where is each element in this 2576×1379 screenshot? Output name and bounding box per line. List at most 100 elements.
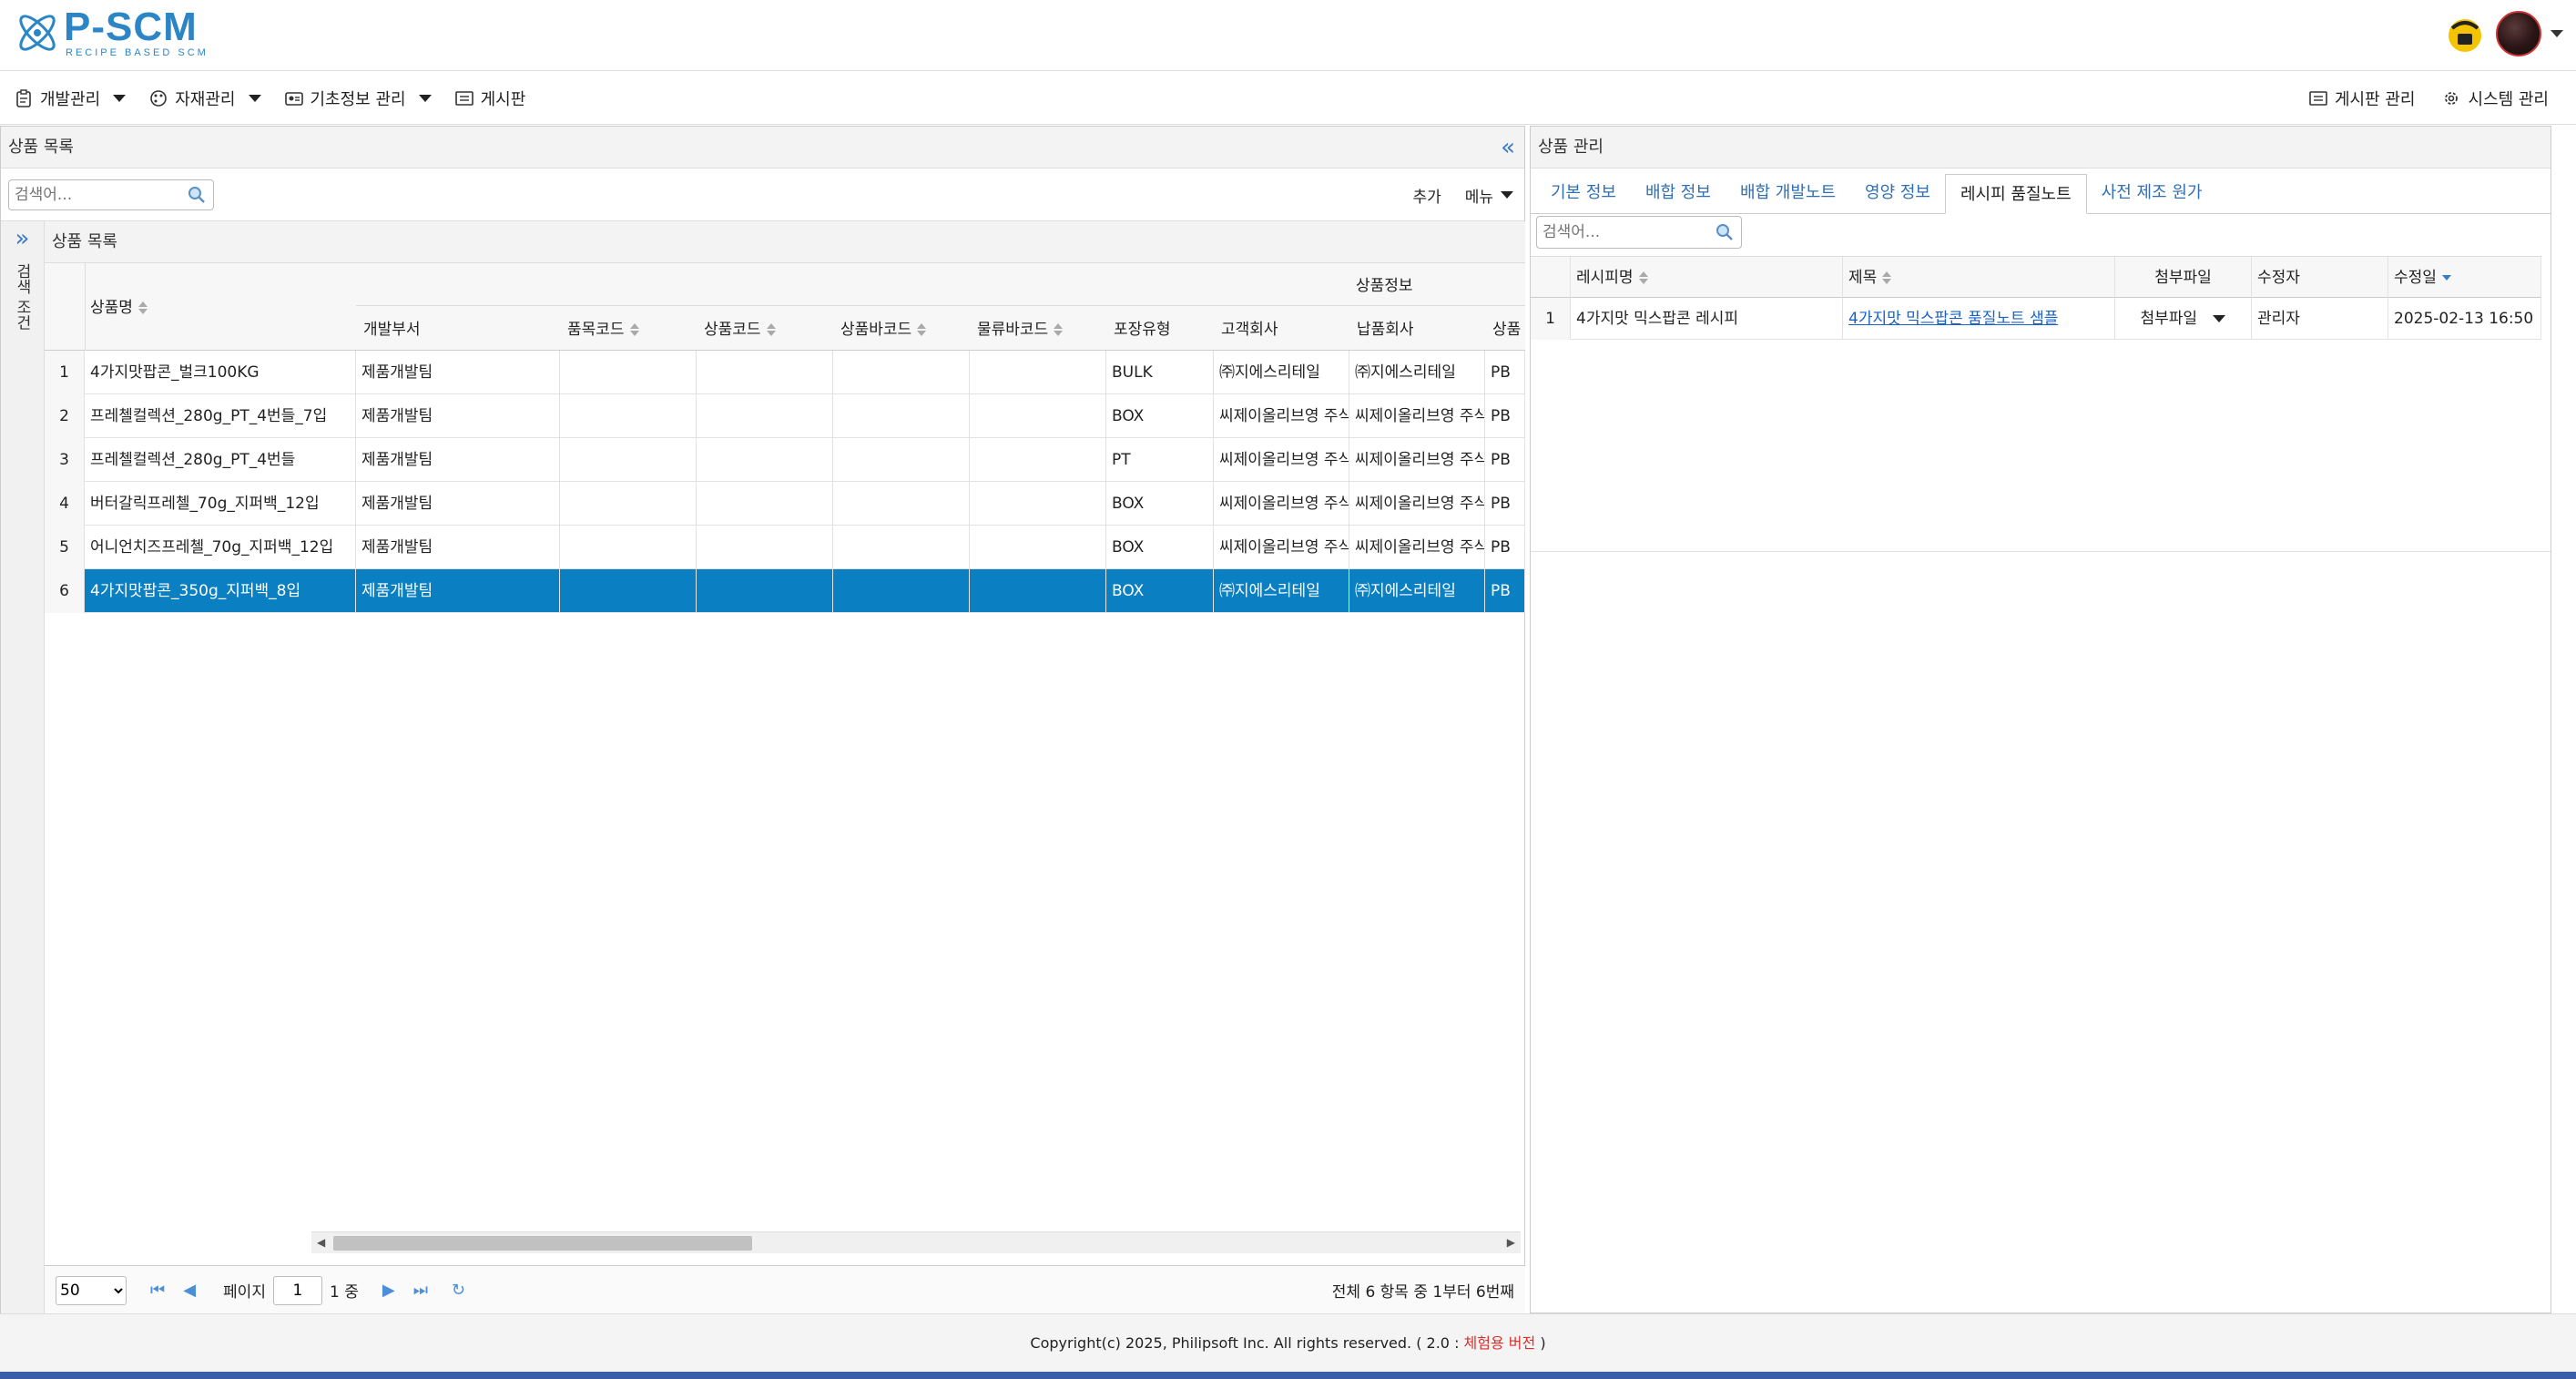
search-condition-strip[interactable]: » 검색 조건 [1,221,45,1314]
group-header-divider [356,305,1525,306]
col-header-product-extra[interactable]: 상품 [1492,316,1525,339]
page-number-input[interactable] [272,1275,322,1305]
tab-nutrition-info[interactable]: 영양 정보 [1850,173,1945,213]
col-header-dept[interactable]: 개발부서 [363,316,421,339]
table-row[interactable]: 1 4가지맛 믹스팝콘 레시피 4가지맛 믹스팝콘 품질노트 샘플 첨부파일 관… [1531,298,2541,340]
tab-basic-info[interactable]: 기본 정보 [1536,173,1631,213]
row-number-header [1531,257,1571,299]
first-page-icon[interactable]: ⏮ [150,1281,165,1300]
search-icon[interactable] [188,186,206,204]
table-row[interactable]: 1 4가지맛팝콘_벌크100KG 제품개발팀 BULK ㈜지에스리테일 ㈜지에스리테일 PB [45,351,1525,394]
tab-blend-info[interactable]: 배합 정보 [1631,173,1726,213]
col-header-logistics-barcode[interactable]: 물류바코드 [977,316,1064,339]
expand-right-icon[interactable]: » [1,225,44,252]
pack-type-cell: BOX [1106,526,1214,569]
menu-material-management[interactable]: 자재관리 [149,87,261,110]
dept-cell: 제품개발팀 [356,394,560,438]
quality-note-link[interactable]: 4가지맛 믹스팝콘 품질노트 샘플 [1848,310,2058,328]
table-row[interactable]: 4 버터갈릭프레첼_70g_지퍼백_12입 제품개발팀 BOX 씨제이올리브영 주식 씨제… [45,482,1525,526]
col-header-attachment[interactable]: 첨부파일 [2115,257,2252,299]
col-header-product-barcode[interactable]: 상품바코드 [840,316,927,339]
table-row[interactable]: 2 프레첼컬렉션_280g_PT_4번들_7입 제품개발팀 BOX 씨제이올리브영 주식… [45,394,1525,438]
menu-dev-management[interactable]: 개발관리 [15,87,127,110]
col-header-customer[interactable]: 고객회사 [1221,316,1278,339]
user-menu-chevron-icon[interactable] [2551,30,2563,37]
last-page-icon[interactable]: ⏭ [413,1281,428,1300]
scroll-left-icon[interactable]: ◀ [317,1236,325,1249]
scroll-right-icon[interactable]: ▶ [1507,1236,1515,1249]
col-header-supplier[interactable]: 납품회사 [1357,316,1414,339]
table-row[interactable]: 3 프레첼컬렉션_280g_PT_4번들 제품개발팀 PT 씨제이올리브영 주식 씨제이올… [45,438,1525,482]
product-code-cell [697,394,833,438]
phone-icon[interactable] [2443,12,2487,56]
next-page-icon[interactable]: ▶ [382,1281,395,1300]
horizontal-scrollbar[interactable]: ◀ ▶ [311,1231,1521,1253]
collapse-left-icon[interactable]: « [1501,127,1515,169]
gear-icon [2445,92,2459,105]
row-number: 5 [45,526,85,569]
product-name-cell: 프레첼컬렉션_280g_PT_4번들_7입 [85,394,356,438]
table-row[interactable]: 6 4가지맛팝콘_350g_지퍼백_8입 제품개발팀 BOX ㈜지에스리테일 ㈜지에스리테… [45,569,1525,613]
app-header: P-SCM RECIPE BASED SCM [0,0,2576,71]
sort-icon [629,323,639,336]
col-header-product-code[interactable]: 상품코드 [704,316,776,339]
sort-icon [917,323,927,336]
menu-board-admin[interactable]: 게시판 관리 [2309,87,2415,110]
menu-dropdown-button[interactable]: 메뉴 [1465,184,1513,207]
add-button[interactable]: 추가 [1412,184,1441,207]
pack-type-cell: BOX [1106,569,1214,613]
pack-type-cell: BOX [1106,482,1214,526]
footer: Copyright(c) 2025, Philipsoft Inc. All r… [0,1313,2576,1372]
attachment-cell[interactable]: 첨부파일 [2115,298,2252,340]
chevron-down-icon[interactable] [2213,315,2226,322]
customer-cell: 씨제이올리브영 주식 [1214,526,1349,569]
supplier-cell: ㈜지에스리테일 [1349,569,1485,613]
refresh-icon[interactable]: ↻ [452,1281,465,1300]
pager-summary: 전체 6 항목 중 1부터 6번째 [1331,1283,1514,1302]
col-header-pack-type[interactable]: 포장유형 [1114,316,1171,339]
table-row[interactable]: 5 어니언치즈프레첼_70g_지퍼백_12입 제품개발팀 BOX 씨제이올리브영 주식 씨… [45,526,1525,569]
dept-cell: 제품개발팀 [356,438,560,482]
menu-system-admin[interactable]: 시스템 관리 [2442,87,2549,110]
menu-base-info-management[interactable]: 기초정보 관리 [284,87,432,110]
menu-board[interactable]: 게시판 [454,87,525,110]
user-avatar[interactable] [2496,11,2541,56]
tab-bar: 기본 정보 배합 정보 배합 개발노트 영양 정보 레시피 품질노트 사전 제조 원가 [1531,169,2551,214]
pack-type-cell: BULK [1106,351,1214,394]
search-icon[interactable] [1716,223,1734,241]
col-header-label: 상품명 [90,299,133,317]
dept-cell: 제품개발팀 [356,351,560,394]
prev-page-icon[interactable]: ◀ [183,1281,196,1300]
product-search-input[interactable] [9,180,173,209]
product-name-cell: 버터갈릭프레첼_70g_지퍼백_12입 [85,482,356,526]
pack-type-cell: BOX [1106,394,1214,438]
tab-blend-dev-note[interactable]: 배합 개발노트 [1726,173,1850,213]
col-header-product-name[interactable]: 상품명 [90,294,148,317]
col-header-editor[interactable]: 수정자 [2252,257,2388,299]
col-header-item-code[interactable]: 품목코드 [567,316,639,339]
chevron-down-icon [418,95,432,102]
chevron-down-icon [113,95,127,102]
grid-caption: 상품 목록 [45,221,1525,263]
logo[interactable]: P-SCM RECIPE BASED SCM [13,7,209,58]
logistics-barcode-cell [970,351,1106,394]
page-of-label: 1 중 [329,1283,359,1302]
col-header-recipe[interactable]: 레시피명 [1571,257,1843,299]
recipe-search-input[interactable] [1537,217,1701,248]
tab-recipe-quality-note[interactable]: 레시피 품질노트 [1945,174,2087,214]
customer-cell: 씨제이올리브영 주식 [1214,482,1349,526]
product-extra-cell: PB [1485,438,1525,482]
product-list-title: 상품 목록 [8,138,74,157]
logistics-barcode-cell [970,394,1106,438]
menu-label: 시스템 관리 [2468,90,2549,109]
panel-title: 상품 목록 « [1,127,1524,169]
scrollbar-thumb[interactable] [333,1236,752,1251]
tab-pre-manufacturing-cost[interactable]: 사전 제조 원가 [2087,173,2217,213]
col-header-modified[interactable]: 수정일 [2388,257,2541,299]
logistics-barcode-cell [970,569,1106,613]
product-barcode-cell [833,351,970,394]
bottom-accent-bar [0,1372,2576,1379]
col-header-title[interactable]: 제목 [1843,257,2115,299]
atom-logo-icon [19,15,56,51]
page-size-select[interactable]: 50 [56,1275,127,1305]
